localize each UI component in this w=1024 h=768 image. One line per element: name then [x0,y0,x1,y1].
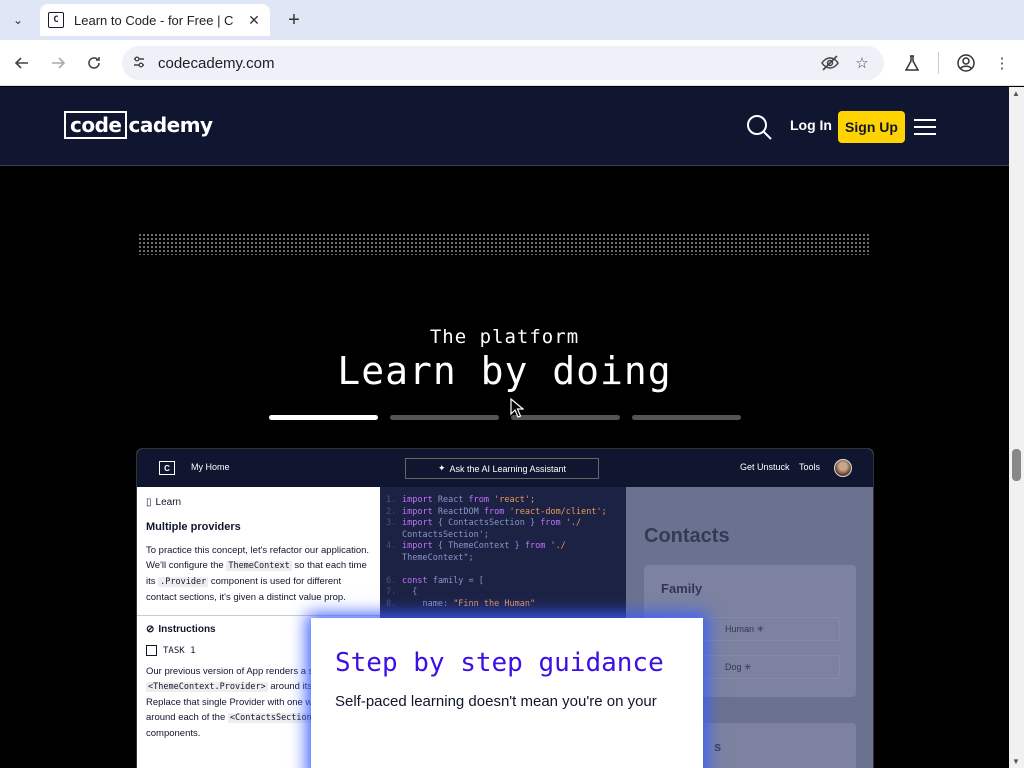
address-bar[interactable]: codecademy.com [122,46,884,80]
more-icon[interactable]: ⋮ [990,51,1014,75]
carousel-step-1[interactable] [269,415,378,420]
mockup-home-link: My Home [191,462,230,472]
close-icon[interactable]: ✕ [246,12,262,29]
task-checkbox [146,645,157,656]
dotted-divider [138,233,870,255]
lesson-title: Multiple providers [146,521,241,533]
new-tab-icon[interactable]: + [282,8,306,32]
site-header: code cademy Log In Sign Up [0,87,1009,166]
mockup-logo: C [159,461,175,475]
browser-tab-strip: ⌄ C Learn to Code - for Free | C ✕ + [0,0,1024,40]
star-icon[interactable]: ☆ [850,51,874,75]
carousel-step-2[interactable] [390,415,499,420]
code-line: ContactsSection'; [402,529,489,540]
browser-tab[interactable]: C Learn to Code - for Free | C ✕ [40,4,270,36]
favicon-icon: C [48,12,64,28]
check-circle-icon: ⊘ [146,624,155,635]
logo-box: code [64,111,128,139]
mockup-topbar: C My Home ✦ Ask the AI Learning Assistan… [137,449,873,487]
book-icon: ▯ [146,497,152,508]
site-info-icon[interactable] [132,55,152,72]
logo-text: cademy [128,113,213,137]
scroll-down-icon[interactable]: ▼ [1012,757,1020,766]
carousel-step-3[interactable] [511,415,620,420]
mockup-ai-button: ✦ Ask the AI Learning Assistant [405,458,599,479]
guidance-text: Self-paced learning doesn't mean you're … [335,693,657,710]
reload-icon[interactable] [82,51,106,75]
learn-label: ▯ Learn [146,497,371,508]
code-line: 4. import { ThemeContext } from './ [386,541,566,551]
tab-title: Learn to Code - for Free | C [74,12,234,28]
code-line: ThemeContext"; [402,552,474,563]
flask-icon[interactable] [900,51,924,75]
code-line: 1. import React from 'react'; [386,495,536,505]
contacts-card-title: s [714,739,722,754]
code-line: 6. const family = [ [386,575,484,586]
code-line: 3. import { ContactsSection } from './ [386,518,582,528]
family-title: Family [661,581,703,596]
avatar [834,459,852,477]
page-viewport: code cademy Log In Sign Up The platform … [0,87,1009,768]
search-icon[interactable] [746,114,772,140]
codecademy-logo[interactable]: code cademy [64,111,213,139]
guidance-card: Step by step guidance Self-paced learnin… [311,618,703,768]
divider [137,615,380,616]
section-headline: Learn by doing [337,349,672,393]
code-line: 2. import ReactDOM from 'react-dom/client… [386,506,607,517]
tab-list-icon[interactable]: ⌄ [6,8,30,32]
mockup-tools: Tools [799,462,821,472]
scrollbar-thumb[interactable] [1012,449,1021,481]
url-text: codecademy.com [158,54,275,72]
scroll-up-icon[interactable]: ▲ [1012,89,1020,98]
signup-button[interactable]: Sign Up [838,111,905,143]
mouse-cursor-icon [510,398,524,418]
learn-label-text: Learn [155,497,182,508]
mockup-unstuck: Get Unstuck [740,462,790,472]
profile-icon[interactable] [954,51,978,75]
eye-off-icon[interactable] [818,51,842,75]
menu-icon[interactable] [914,119,936,135]
page-scrollbar[interactable]: ▲ ▼ [1009,87,1024,768]
code-line: 7. { [386,587,418,597]
toolbar-divider [938,52,939,74]
browser-toolbar: codecademy.com ☆ ⋮ [0,40,1024,86]
guidance-title: Step by step guidance [335,648,664,678]
lesson-body: To practice this concept, let's refactor… [146,545,370,603]
forward-icon[interactable] [46,51,70,75]
section-eyebrow: The platform [429,326,580,348]
carousel-step-4[interactable] [632,415,741,420]
code-line: 8. name: "Finn the Human" [386,598,536,609]
sparkle-icon: ✦ [437,463,446,473]
contacts-title: Contacts [644,525,730,547]
mockup-ai-label: Ask the AI Learning Assistant [449,463,567,474]
back-icon[interactable] [10,51,34,75]
login-link[interactable]: Log In [790,117,832,133]
